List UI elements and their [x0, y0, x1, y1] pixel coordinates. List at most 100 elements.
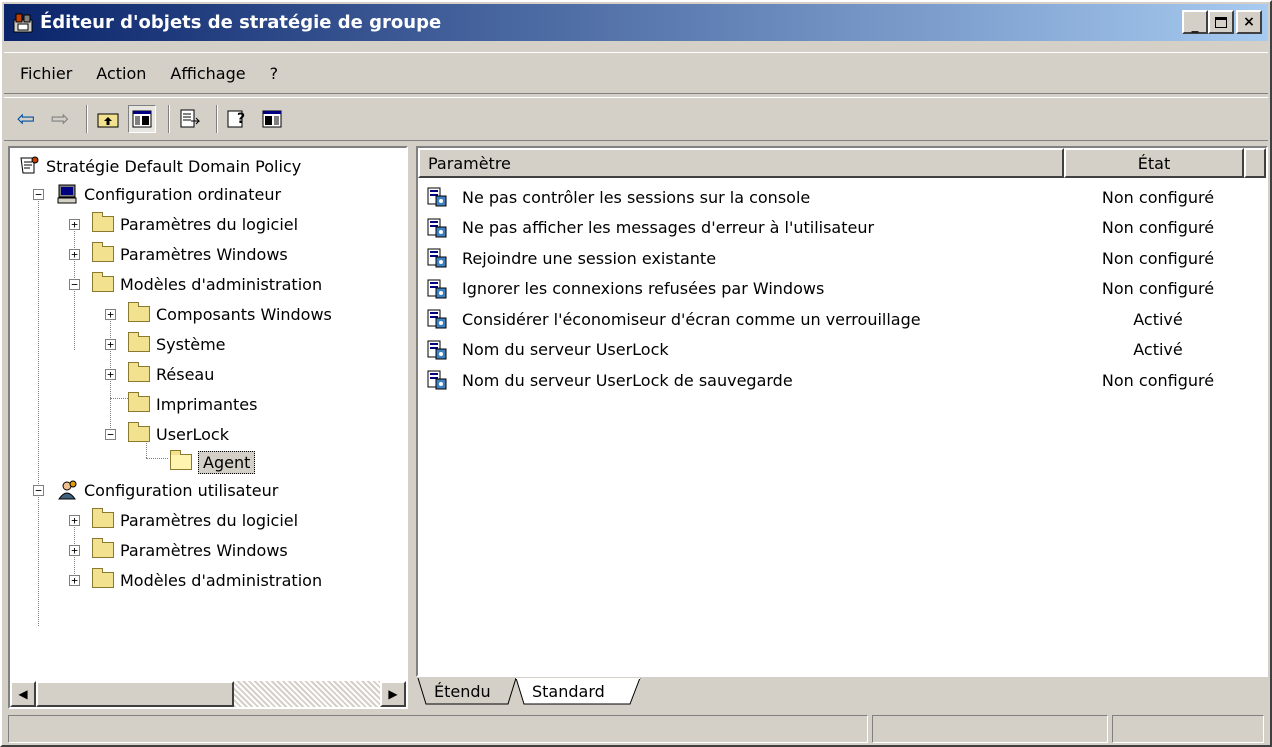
- list-item[interactable]: Ne pas afficher les messages d'erreur à …: [418, 213, 1266, 243]
- setting-name: Ne pas contrôler les sessions sur la con…: [462, 187, 811, 207]
- gpo-editor-icon: [12, 12, 34, 34]
- scroll-left-button[interactable]: ◀: [10, 681, 36, 707]
- scroll-right-button[interactable]: ▶: [380, 681, 406, 707]
- minimize-button[interactable]: _: [1182, 10, 1208, 34]
- setting-state: Activé: [1133, 340, 1183, 359]
- expand-toggle[interactable]: +: [105, 369, 116, 380]
- tree-user-software[interactable]: Paramètres du logiciel: [92, 506, 298, 534]
- tree-windows-components[interactable]: Composants Windows: [128, 300, 332, 328]
- list-item[interactable]: Considérer l'économiseur d'écran comme u…: [418, 304, 1266, 334]
- menu-help[interactable]: ?: [258, 64, 291, 83]
- tree-user-windows[interactable]: Paramètres Windows: [92, 536, 288, 564]
- folder-icon: [92, 508, 114, 528]
- maximize-button[interactable]: [1208, 10, 1234, 34]
- back-button[interactable]: ⇦: [12, 105, 40, 133]
- tree-user-admin[interactable]: Modèles d'administration: [92, 566, 322, 594]
- export-list-button[interactable]: [176, 105, 204, 133]
- tab-standard[interactable]: Standard: [532, 678, 605, 704]
- tree-computer-label: Configuration ordinateur: [84, 184, 282, 204]
- policy-setting-icon: [427, 340, 447, 359]
- toolbar-separator: [216, 105, 218, 133]
- help-button[interactable]: ?: [224, 105, 252, 133]
- scroll-track[interactable]: [234, 681, 380, 707]
- collapse-toggle[interactable]: −: [105, 429, 116, 440]
- expand-toggle[interactable]: +: [69, 515, 80, 526]
- collapse-toggle[interactable]: −: [33, 485, 44, 496]
- close-icon: ×: [1243, 14, 1255, 30]
- scroll-right-icon: ▶: [388, 687, 398, 701]
- setting-state: Activé: [1133, 309, 1183, 329]
- list-item[interactable]: Rejoindre une session existante Non confi…: [418, 243, 1266, 273]
- expand-toggle[interactable]: +: [69, 249, 80, 260]
- expand-toggle[interactable]: +: [105, 339, 116, 350]
- close-button[interactable]: ×: [1236, 10, 1262, 34]
- menu-fichier[interactable]: Fichier: [4, 64, 84, 83]
- tree-node-label: Paramètres du logiciel: [120, 214, 299, 234]
- help-icon: ?: [227, 110, 245, 128]
- title-bar[interactable]: Éditeur d'objets de stratégie de groupe …: [4, 4, 1268, 41]
- show-hide-tree-button[interactable]: [128, 105, 156, 133]
- folder-icon: [92, 242, 114, 262]
- tree-computer-software[interactable]: Paramètres du logiciel: [92, 210, 298, 238]
- folder-up-icon: [97, 113, 119, 128]
- up-one-level-button[interactable]: [94, 105, 122, 133]
- tree-pane-icon: [132, 110, 152, 128]
- tree-root[interactable]: Stratégie Default Domain Policy: [18, 152, 301, 180]
- forward-arrow-icon: ⇨: [50, 106, 70, 132]
- expand-toggle[interactable]: +: [69, 545, 80, 556]
- tab-etendu[interactable]: Étendu: [434, 678, 491, 704]
- policy-setting-icon: [427, 370, 447, 390]
- folder-icon: [128, 302, 150, 322]
- status-panel-2: [872, 715, 1108, 743]
- tree-computer-windows[interactable]: Paramètres Windows: [92, 240, 288, 268]
- main-window: Éditeur d'objets de stratégie de groupe …: [0, 0, 1272, 747]
- setting-name: Considérer l'économiseur d'écran comme u…: [462, 309, 921, 329]
- folder-icon: [128, 392, 150, 412]
- list-item[interactable]: Nom du serveur UserLock de sauvegarde Non…: [418, 365, 1266, 395]
- list-item[interactable]: Ne pas contrôler les sessions sur la con…: [418, 182, 1266, 212]
- expand-toggle[interactable]: +: [69, 575, 80, 586]
- tree-node-label: Système: [156, 334, 226, 354]
- policy-setting-icon: [427, 309, 447, 329]
- setting-state: Non configuré: [1101, 279, 1215, 298]
- tree-horizontal-scrollbar[interactable]: ◀ ▶: [10, 681, 406, 707]
- collapse-toggle[interactable]: −: [33, 189, 44, 200]
- tree-line: [110, 398, 128, 399]
- tree-node-label: Paramètres Windows: [120, 244, 288, 264]
- tree-user-label: Configuration utilisateur: [84, 480, 279, 500]
- expand-toggle[interactable]: +: [105, 309, 116, 320]
- setting-state: Non configuré: [1101, 370, 1215, 390]
- tab-etendu-label: Étendu: [434, 681, 491, 701]
- list-item[interactable]: Ignorer les connexions refusées par Wind…: [418, 274, 1266, 304]
- status-panel-3: [1112, 715, 1264, 743]
- show-action-pane-button[interactable]: [258, 105, 286, 133]
- tree-computer-admin[interactable]: Modèles d'administration: [92, 270, 322, 298]
- tree-node-label: Modèles d'administration: [120, 274, 323, 294]
- expand-toggle[interactable]: +: [69, 219, 80, 230]
- tree-printers[interactable]: Imprimantes: [128, 390, 257, 418]
- tree-node-label: Modèles d'administration: [120, 570, 323, 590]
- setting-name: Rejoindre une session existante: [462, 248, 717, 268]
- tree-network[interactable]: Réseau: [128, 360, 214, 388]
- list-item[interactable]: Nom du serveur UserLock Activé: [418, 335, 1266, 365]
- folder-icon: [92, 272, 114, 292]
- menu-action[interactable]: Action: [84, 64, 158, 83]
- tree-agent-selected[interactable]: Agent: [170, 448, 256, 476]
- tree-system[interactable]: Système: [128, 330, 226, 358]
- forward-button[interactable]: ⇨: [46, 105, 74, 133]
- tree-userlock[interactable]: UserLock: [128, 420, 229, 448]
- column-header-parametre[interactable]: Paramètre: [418, 148, 1064, 178]
- menu-affichage[interactable]: Affichage: [158, 64, 257, 83]
- tree-node-label: Paramètres du logiciel: [120, 510, 299, 530]
- scroll-thumb[interactable]: [36, 681, 234, 707]
- tree-computer-config[interactable]: Configuration ordinateur: [56, 180, 281, 208]
- tree-node-label: UserLock: [156, 424, 229, 444]
- column-header-etat[interactable]: État: [1064, 148, 1244, 178]
- tree-user-config[interactable]: Configuration utilisateur: [56, 476, 278, 504]
- folder-icon: [92, 212, 114, 232]
- minimize-icon: _: [1191, 17, 1199, 33]
- menu-affichage-label: Affichage: [170, 63, 246, 83]
- list-header: Paramètre État: [418, 148, 1266, 178]
- settings-list: Paramètre État Ne pas contrôler les sess…: [416, 146, 1268, 677]
- collapse-toggle[interactable]: −: [69, 279, 80, 290]
